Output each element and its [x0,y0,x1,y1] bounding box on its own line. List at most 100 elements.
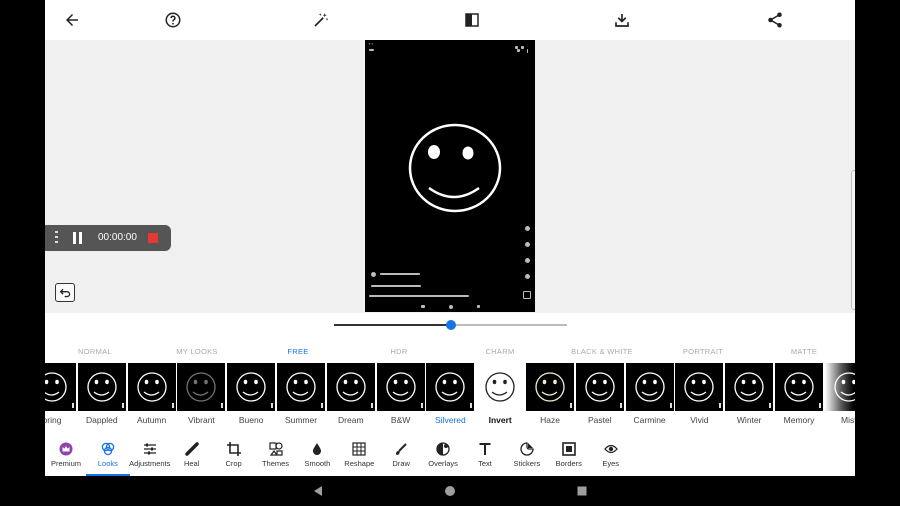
look-preset[interactable]: pring [45,363,76,425]
caption-line [371,285,421,287]
magic-wand-icon[interactable] [309,8,333,32]
info-marker-icon [819,403,821,408]
category-tab[interactable]: HDR [390,347,407,356]
nav-themes[interactable]: Themes [254,435,298,476]
nav-eyes[interactable]: Eyes [589,435,633,476]
nav-overlays[interactable]: Overlays [421,435,465,476]
download-icon[interactable] [610,8,634,32]
category-tab[interactable]: NORMAL [78,347,112,356]
look-preset[interactable]: Memory [775,363,823,425]
info-marker-icon [719,403,722,408]
look-preset[interactable]: Summer [277,363,325,425]
look-thumbnail [824,363,855,411]
look-preset[interactable]: Mist [824,363,855,425]
info-marker-icon [470,403,473,408]
border-icon [561,442,576,456]
look-thumbnail [775,363,823,411]
look-preset[interactable]: Autumn [127,363,176,425]
look-thumbnail [127,363,176,411]
compare-icon[interactable] [460,8,484,32]
look-thumbnail [376,363,425,411]
stop-icon[interactable] [148,233,158,243]
screen: ▪ ▪ 00:00:00 NORMAL MY LOOKS FREE HDR CH… [0,0,900,506]
look-thumbnail [575,363,624,411]
look-preset[interactable]: Dream [326,363,375,425]
info-marker-icon [271,403,274,408]
category-tab[interactable]: MY LOOKS [176,347,217,356]
nav-stickers[interactable]: Stickers [505,435,549,476]
share-icon[interactable] [763,8,787,32]
drag-handle-icon[interactable] [55,231,58,245]
info-marker-icon [370,403,373,408]
look-preset[interactable]: Haze [526,363,574,425]
info-marker-icon [171,403,174,408]
look-preset[interactable]: Vivid [675,363,724,425]
look-thumbnail [675,363,724,411]
system-home-icon[interactable] [444,485,456,497]
look-preset[interactable]: Winter [725,363,774,425]
category-tab[interactable]: FREE [287,347,308,356]
side-panel-handle[interactable] [851,170,855,310]
look-thumbnail [476,363,525,411]
nav-heal[interactable]: Heal [170,435,214,476]
text-icon [478,442,492,456]
nav-adjustments[interactable]: Adjustments [128,435,172,476]
nav-back-icon [421,305,425,308]
category-tab[interactable]: PORTRAIT [683,347,723,356]
look-thumbnail [426,363,475,411]
looks-carousel: pringDappledAutumnVibrantBuenoSummerDrea… [45,363,855,435]
look-preset[interactable]: Dappled [77,363,126,425]
back-icon [369,49,374,51]
help-icon[interactable] [161,8,185,32]
nav-smooth[interactable]: Smooth [295,435,339,476]
nav-recents-icon [477,305,480,308]
brush-icon [394,442,408,456]
category-tab[interactable]: MATTE [791,347,817,356]
nav-draw[interactable]: Draw [379,435,423,476]
look-thumbnail [177,363,226,411]
bottom-tool-nav: Premium Looks Adjustments Heal Crop Themes Smo… [45,435,855,476]
share-icon-small [525,258,530,263]
look-preset[interactable]: Pastel [575,363,624,425]
undo-icon [59,288,70,298]
category-tab[interactable]: BLACK & WHITE [571,347,633,356]
smiley-face [408,123,502,213]
look-preset[interactable]: Carmine [625,363,674,425]
bandage-icon [184,442,199,456]
look-preset[interactable]: B&W [376,363,425,425]
look-thumbnail [77,363,126,411]
look-preset[interactable]: Bueno [227,363,276,425]
category-tab[interactable]: CHARM [486,347,515,356]
video-thumb-icon [523,291,531,299]
nav-premium[interactable]: Premium [45,435,88,476]
look-categories: NORMAL MY LOOKS FREE HDR CHARM BLACK & WHITE P… [45,333,855,363]
info-marker-icon [72,403,74,408]
channel-avatar [371,272,376,277]
info-marker-icon [769,403,772,408]
system-back-icon[interactable] [312,485,324,497]
nav-borders[interactable]: Borders [547,435,591,476]
dislike-icon [525,242,530,247]
status-time-icon: ▪ ▪ [369,41,373,46]
info-marker-icon [121,403,124,408]
back-arrow-icon[interactable] [60,8,84,32]
slider-track[interactable] [334,320,567,330]
system-recents-icon[interactable] [576,485,588,497]
look-preset[interactable]: Invert [476,363,525,425]
nav-reshape[interactable]: Reshape [337,435,381,476]
look-preset[interactable]: Vibrant [177,363,226,425]
slider-knob[interactable] [445,320,456,330]
look-thumbnail [625,363,674,411]
undo-button[interactable] [55,283,75,302]
nav-crop[interactable]: Crop [212,435,256,476]
nav-looks[interactable]: Looks [85,435,130,476]
nav-text[interactable]: Text [463,435,507,476]
photo-canvas[interactable]: ▪ ▪ [45,40,855,313]
eye-icon [603,442,618,456]
pause-icon[interactable] [73,232,83,244]
look-preset[interactable]: Silvered [426,363,475,425]
photo-editor-app: ▪ ▪ 00:00:00 NORMAL MY LOOKS FREE HDR CH… [45,0,855,476]
look-thumbnail [725,363,774,411]
info-marker-icon [321,403,323,408]
android-nav-bar [0,476,900,506]
